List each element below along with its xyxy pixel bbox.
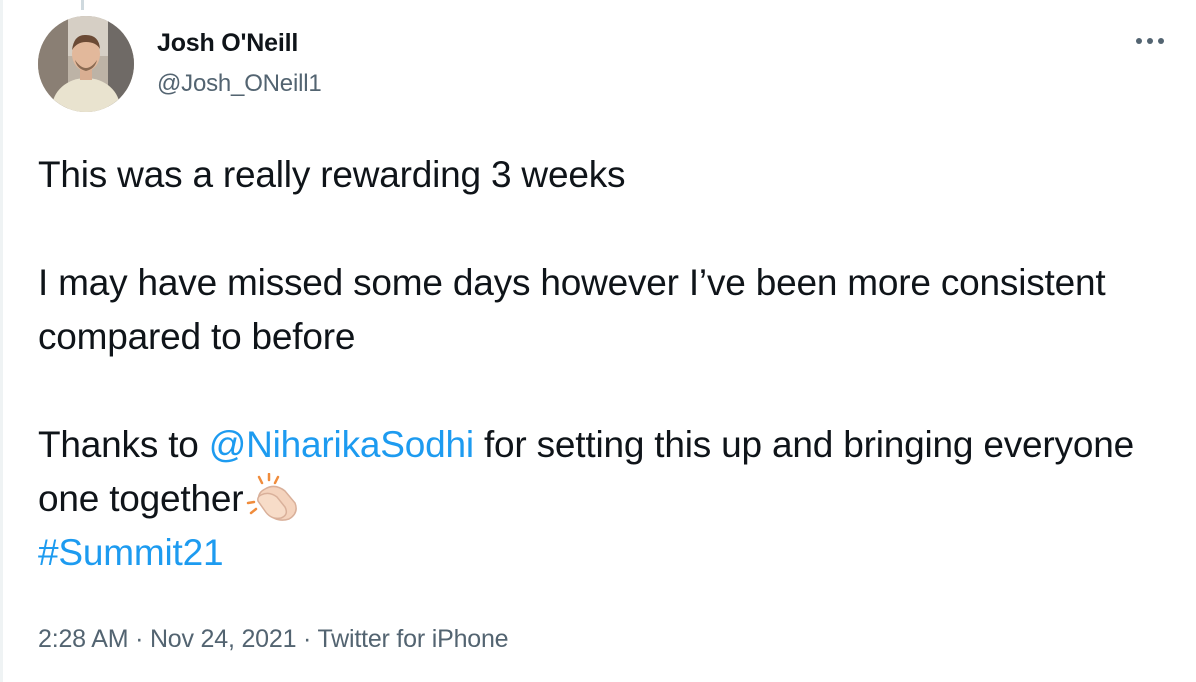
tweet-card: Josh O'Neill @Josh_ONeill1 This was a re…	[0, 0, 1196, 682]
tweet-time[interactable]: 2:28 AM	[38, 625, 129, 653]
tweet-paragraph-2: I may have missed some days however I’ve…	[38, 262, 1106, 357]
profile-photo-icon	[38, 16, 134, 112]
meta-separator: ·	[296, 625, 318, 653]
thread-connector-line	[81, 0, 84, 10]
author-display-name[interactable]: Josh O'Neill	[157, 29, 298, 58]
tweet-paragraph-3: Thanks to @NiharikaSodhi for setting thi…	[38, 418, 1168, 526]
avatar[interactable]	[38, 16, 134, 112]
tweet-line-1: This was a really rewarding 3 weeks	[38, 154, 626, 195]
tweet-text: This was a really rewarding 3 weeks I ma…	[38, 148, 1168, 580]
more-horizontal-icon	[1136, 38, 1164, 44]
mention-link[interactable]: @NiharikaSodhi	[209, 424, 474, 465]
author-handle[interactable]: @Josh_ONeill1	[157, 70, 322, 98]
hashtag-link[interactable]: #Summit21	[38, 532, 224, 573]
tweet-source[interactable]: Twitter for iPhone	[317, 625, 508, 653]
meta-separator: ·	[128, 625, 150, 653]
more-options-button[interactable]	[1128, 27, 1172, 55]
thread-border	[0, 0, 3, 682]
clapping-hands-icon	[245, 472, 299, 521]
tweet-date[interactable]: Nov 24, 2021	[150, 625, 297, 653]
tweet-hashtag-line: #Summit21	[38, 526, 1168, 580]
para3-prefix: Thanks to	[38, 424, 209, 465]
tweet-metadata: 2:28 AM · Nov 24, 2021 · Twitter for iPh…	[38, 625, 509, 654]
